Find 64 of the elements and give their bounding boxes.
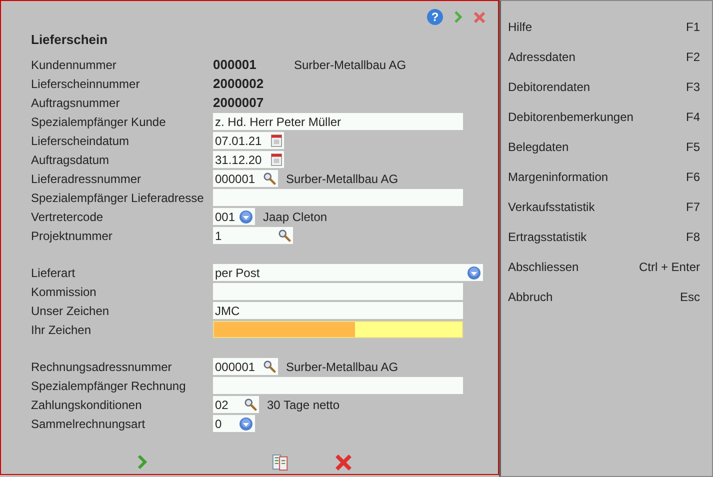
lookup-field[interactable]: 02 bbox=[213, 396, 259, 413]
value-text: 000001 bbox=[213, 57, 258, 72]
input-field[interactable] bbox=[213, 377, 463, 394]
menu-item[interactable]: Debitorenbemerkungen F4 bbox=[501, 102, 712, 132]
dropdown-icon[interactable] bbox=[239, 210, 253, 224]
close-icon[interactable] bbox=[335, 454, 352, 470]
search-icon[interactable] bbox=[278, 229, 291, 242]
menu-item[interactable]: Abschliessen Ctrl + Enter bbox=[501, 252, 712, 282]
field-label: Spezialempfänger Kunde bbox=[31, 114, 167, 128]
lookup-field[interactable]: 000001 bbox=[213, 358, 278, 375]
date-field[interactable]: 31.12.20 bbox=[213, 151, 284, 168]
menu-item[interactable]: Margeninformation F6 bbox=[501, 162, 712, 192]
field-label: Kommission bbox=[31, 284, 98, 298]
input-field[interactable] bbox=[213, 283, 463, 300]
document-icon[interactable] bbox=[272, 454, 289, 470]
value-text: Jaap Cleton bbox=[263, 210, 328, 224]
field-label: Auftragsdatum bbox=[31, 152, 110, 166]
menu-item[interactable]: Debitorendaten F3 bbox=[501, 72, 712, 102]
field-label: Vertretercode bbox=[31, 210, 104, 224]
value-text: Surber-Metallbau AG bbox=[286, 172, 398, 186]
field-label: Lieferart bbox=[31, 266, 76, 280]
field-label: Zahlungskonditionen bbox=[31, 398, 143, 412]
menu-item[interactable]: Adressdaten F2 bbox=[501, 42, 712, 72]
field-label: Spezialempfänger Lieferadresse bbox=[31, 190, 205, 204]
calendar-icon[interactable] bbox=[271, 134, 282, 147]
lookup-field[interactable]: 1 bbox=[213, 227, 293, 244]
input-field[interactable]: z. Hd. Herr Peter Müller bbox=[213, 113, 463, 130]
dropdown-field[interactable]: 0 bbox=[213, 415, 255, 432]
search-icon[interactable] bbox=[263, 360, 276, 373]
field-label: Ihr Zeichen bbox=[31, 322, 92, 336]
lookup-field[interactable]: 000001 bbox=[213, 170, 278, 187]
menu-item[interactable]: Ertragsstatistik F8 bbox=[501, 222, 712, 252]
calendar-icon[interactable] bbox=[271, 153, 282, 166]
field-label: Unser Zeichen bbox=[31, 304, 110, 318]
value-text: Surber-Metallbau AG bbox=[286, 360, 398, 374]
search-icon[interactable] bbox=[244, 398, 257, 411]
input-field[interactable] bbox=[213, 189, 463, 206]
form-title: Lieferschein bbox=[31, 31, 109, 49]
dropdown-icon[interactable] bbox=[467, 266, 481, 280]
value-text: 2000007 bbox=[213, 95, 265, 110]
dropdown-field[interactable]: 001 bbox=[213, 208, 255, 225]
menu-item[interactable]: Verkaufsstatistik F7 bbox=[501, 192, 712, 222]
field-label: Rechnungsadressnummer bbox=[31, 360, 173, 374]
field-label: Kundennummer bbox=[31, 58, 118, 72]
field-label: Lieferscheindatum bbox=[31, 134, 130, 148]
input-field[interactable] bbox=[213, 321, 463, 338]
search-icon[interactable] bbox=[263, 172, 276, 185]
input-field[interactable]: JMC bbox=[213, 302, 463, 319]
menu-item[interactable]: Hilfe F1 bbox=[501, 12, 712, 42]
field-label: Lieferscheinnummer bbox=[31, 76, 141, 90]
dropdown-icon[interactable] bbox=[239, 416, 253, 430]
field-label: Projektnummer bbox=[31, 228, 114, 242]
field-label: Auftragsnummer bbox=[31, 96, 121, 110]
value-text: 30 Tage netto bbox=[267, 398, 340, 412]
dropdown-field[interactable]: per Post bbox=[213, 264, 483, 281]
field-label: Spezialempfänger Rechnung bbox=[31, 378, 187, 392]
value-text: Surber-Metallbau AG bbox=[294, 58, 406, 72]
date-field[interactable]: 07.01.21 bbox=[213, 132, 284, 149]
value-text: 2000002 bbox=[213, 76, 265, 91]
field-label: Lieferadressnummer bbox=[31, 172, 142, 186]
menu-item[interactable]: Belegdaten F5 bbox=[501, 132, 712, 162]
menu-item[interactable]: Abbruch Esc bbox=[501, 282, 712, 312]
help-button[interactable]: ? bbox=[427, 9, 443, 25]
field-label: Sammelrechnungsart bbox=[31, 416, 146, 430]
